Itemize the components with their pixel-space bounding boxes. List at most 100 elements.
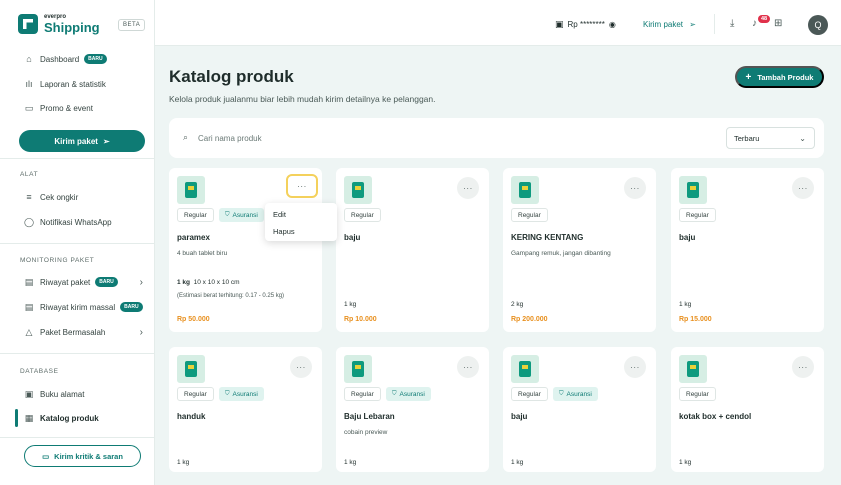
sidebar-item-dashboard[interactable]: ⌂ Dashboard BARU — [24, 52, 107, 66]
insurance-label: Asuransi — [232, 390, 258, 398]
chevron-right-icon: › — [139, 326, 143, 338]
chat-icon: ▭ — [42, 451, 50, 461]
product-image — [679, 176, 707, 204]
sidebar-item-promo[interactable]: ▭ Promo & event — [24, 101, 93, 115]
sidebar-divider — [0, 158, 155, 159]
regular-tag: Regular — [344, 208, 381, 222]
ticket-icon: ▭ — [24, 102, 34, 113]
product-name: baju — [511, 412, 528, 421]
warning-icon: △ — [25, 326, 33, 337]
product-weight: 1 kg — [679, 459, 692, 466]
product-card[interactable]: ··· Regular baju 1 kg Rp 15.000 — [671, 168, 824, 332]
search-bar: ⌕ Terbaru ⌄ — [169, 118, 824, 158]
add-product-button[interactable]: + Tambah Produk — [735, 66, 824, 88]
menu-item-edit[interactable]: Edit — [273, 210, 286, 219]
calculator-icon: ≡ — [26, 192, 32, 202]
product-card[interactable]: ··· Regular ⛉ Asuransi paramex 4 buah tab… — [169, 168, 322, 332]
eye-icon[interactable]: ◉ — [609, 20, 616, 29]
avatar[interactable]: Q — [808, 15, 828, 35]
product-name: Baju Lebaran — [344, 412, 395, 421]
insurance-tag: ⛉ Asuransi — [386, 387, 431, 401]
section-label-monitoring: MONITORING PAKET — [20, 257, 95, 264]
sidebar-item-riwayat-paket[interactable]: ▤ Riwayat paket BARU › — [24, 275, 143, 289]
search-input[interactable] — [198, 128, 698, 148]
product-description: 4 buah tablet biru — [177, 250, 228, 257]
section-label-alat: ALAT — [20, 171, 39, 178]
regular-tag: Regular — [679, 387, 716, 401]
menu-item-hapus[interactable]: Hapus — [273, 227, 295, 236]
saldo-display[interactable]: ▣ Rp ******** ◉ — [555, 19, 616, 30]
regular-tag: Regular — [679, 208, 716, 222]
grid-icon[interactable]: ⊞ — [774, 18, 782, 29]
more-options-button[interactable]: ··· — [290, 356, 312, 378]
sidebar-divider — [0, 353, 155, 354]
add-product-label: Tambah Produk — [757, 72, 814, 82]
sidebar-item-label: Katalog produk — [40, 413, 99, 423]
product-image — [679, 355, 707, 383]
address-book-icon: ▣ — [24, 388, 34, 399]
product-weight: 1 kg — [177, 279, 191, 286]
product-weight: 1 kg — [344, 301, 357, 308]
sidebar-item-riwayat-kirim-massal[interactable]: ▤ Riwayat kirim massal BARU — [24, 300, 143, 314]
download-icon[interactable]: ⤓ — [730, 18, 734, 29]
kirim-paket-button[interactable]: Kirim paket ➢ — [19, 130, 145, 152]
product-price: Rp 50.000 — [177, 316, 210, 323]
more-options-button[interactable]: ··· — [792, 177, 814, 199]
sidebar-item-cek-ongkir[interactable]: ≡ Cek ongkir — [24, 190, 78, 204]
product-name: handuk — [177, 412, 206, 421]
shield-icon: ⛉ — [225, 211, 230, 218]
home-icon: ⌂ — [26, 54, 32, 64]
topbar-divider — [714, 14, 715, 34]
bell-icon[interactable]: ♪ — [752, 18, 757, 29]
more-options-button[interactable]: ··· — [624, 356, 646, 378]
sidebar-item-laporan[interactable]: ılı Laporan & statistik — [24, 77, 105, 91]
bar-chart-icon: ılı — [25, 79, 33, 89]
product-card[interactable]: ··· Regular ⛉ Asuransi baju 1 kg — [503, 347, 656, 472]
brand-logo[interactable]: everpro Shipping — [18, 14, 100, 34]
sort-select[interactable]: Terbaru ⌄ — [726, 127, 815, 149]
whatsapp-icon: ◯ — [23, 216, 35, 227]
sidebar-item-label: Promo & event — [40, 103, 93, 113]
product-name: baju — [679, 233, 696, 242]
sidebar-item-label: Riwayat kirim massal — [40, 302, 116, 312]
sidebar-item-label: Cek ongkir — [40, 192, 79, 202]
top-kirim-paket-link[interactable]: Kirim paket ➢ — [643, 20, 696, 29]
document-icon: ▤ — [24, 276, 34, 287]
product-card[interactable]: ··· Regular ⛉ Asuransi Baju Lebaran cobai… — [336, 347, 489, 472]
product-card[interactable]: ··· Regular ⛉ Asuransi handuk 1 kg — [169, 347, 322, 472]
more-options-button[interactable]: ··· — [624, 177, 646, 199]
more-options-button[interactable]: ··· — [457, 356, 479, 378]
new-badge: BARU — [120, 302, 143, 312]
sidebar-item-label: Dashboard — [40, 54, 80, 64]
product-weight: 1 kg — [344, 459, 357, 466]
product-card[interactable]: ··· Regular KERING KENTANG Gampang remuk… — [503, 168, 656, 332]
product-weight: 1 kg — [177, 459, 190, 466]
regular-tag: Regular — [177, 208, 214, 222]
sidebar-item-katalog-produk[interactable]: ▦ Katalog produk — [24, 411, 99, 425]
sidebar-item-label: Paket Bermasalah — [40, 327, 106, 337]
product-name: KERING KENTANG — [511, 233, 584, 242]
sidebar-item-notifikasi-whatsapp[interactable]: ◯ Notifikasi WhatsApp — [24, 215, 112, 229]
product-weight: 1 kg — [679, 301, 692, 308]
more-options-button[interactable]: ··· — [457, 177, 479, 199]
product-card[interactable]: ··· Regular baju 1 kg Rp 10.000 — [336, 168, 489, 332]
more-options-button[interactable]: ··· — [286, 174, 318, 198]
insurance-label: Asuransi — [232, 211, 258, 219]
product-image — [344, 355, 372, 383]
product-card[interactable]: ··· Regular kotak box + cendol 1 kg — [671, 347, 824, 472]
sidebar-item-label: Riwayat paket — [40, 277, 91, 287]
regular-tag: Regular — [511, 387, 548, 401]
page-subtitle: Kelola produk jualanmu biar lebih mudah … — [169, 94, 436, 104]
product-image — [511, 355, 539, 383]
page-title: Katalog produk — [169, 67, 294, 86]
feedback-button[interactable]: ▭ Kirim kritik & saran — [24, 445, 141, 467]
more-options-button[interactable]: ··· — [792, 356, 814, 378]
sidebar-item-paket-bermasalah[interactable]: △ Paket Bermasalah › — [24, 325, 143, 339]
insurance-label: Asuransi — [399, 390, 425, 398]
catalog-icon: ▦ — [24, 412, 34, 423]
chevron-down-icon: ⌄ — [799, 133, 806, 143]
plus-icon: + — [745, 71, 752, 83]
product-description: Gampang remuk, jangan dibanting — [511, 250, 611, 257]
product-image — [511, 176, 539, 204]
sidebar-item-buku-alamat[interactable]: ▣ Buku alamat — [24, 387, 85, 401]
